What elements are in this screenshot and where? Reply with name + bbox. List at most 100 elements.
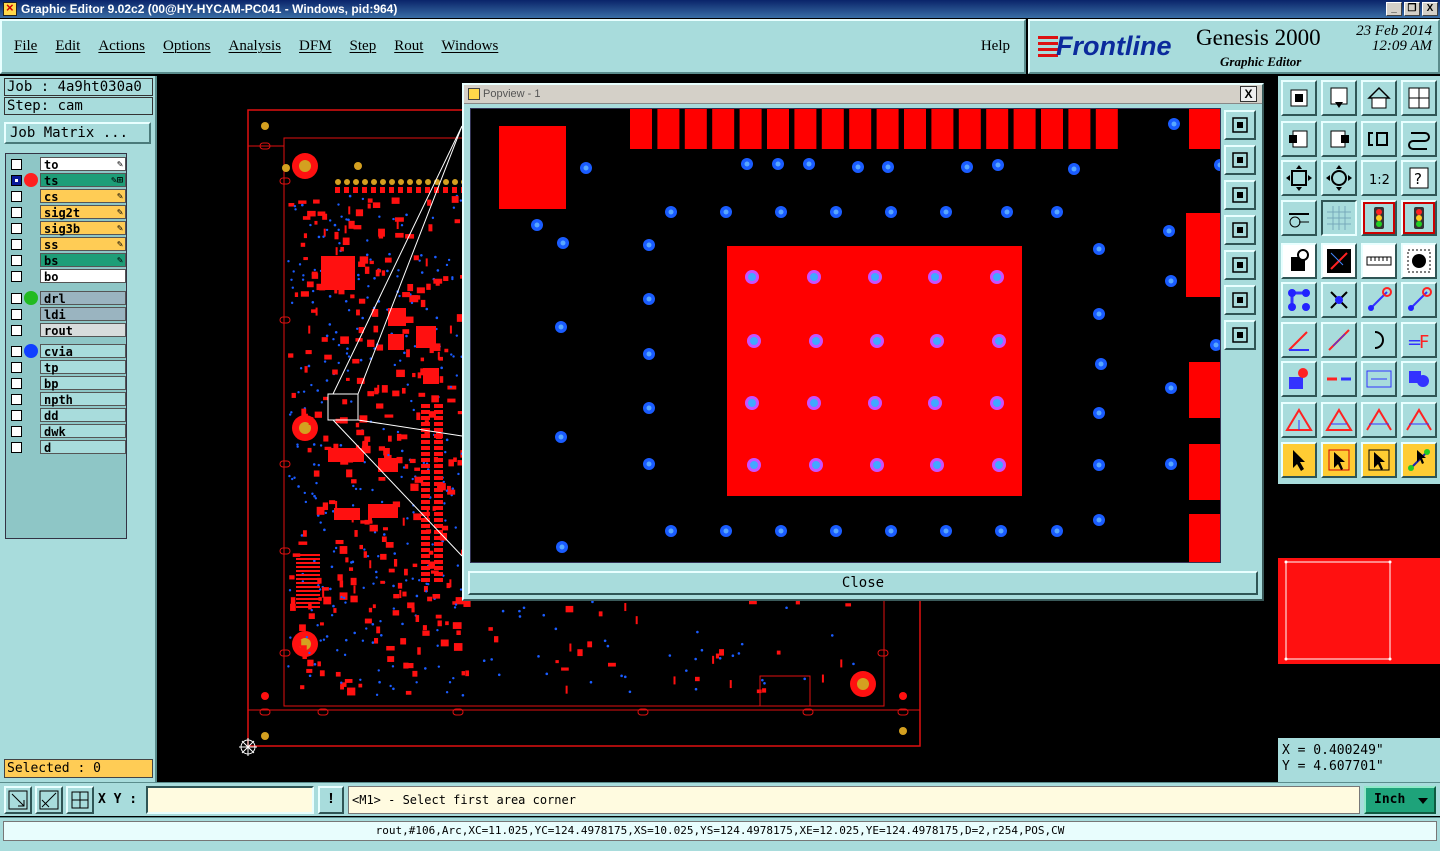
layer-checkbox[interactable] — [11, 174, 22, 186]
layer-row-dwk[interactable]: dwk — [8, 423, 126, 439]
menu-step[interactable]: Step — [350, 38, 377, 55]
layer-row-sig2t[interactable]: sig2t ✎ — [8, 204, 126, 220]
popview-canvas[interactable] — [470, 108, 1221, 563]
zoom-in-button[interactable] — [1224, 145, 1256, 175]
popview-close-button[interactable]: Close — [468, 571, 1258, 595]
polygon-arc-button[interactable] — [1361, 402, 1397, 438]
menu-file[interactable]: File — [14, 38, 37, 55]
pan-right-button[interactable] — [1321, 121, 1357, 157]
snap-point-button[interactable] — [1401, 243, 1437, 279]
polygon-button[interactable] — [1281, 402, 1317, 438]
add-angle-button[interactable] — [1281, 322, 1317, 358]
layer-checkbox[interactable] — [11, 292, 22, 304]
rotate-button[interactable] — [1361, 121, 1397, 157]
layer-row-ts[interactable]: ts ✎⊞ — [8, 172, 126, 188]
maximize-button[interactable]: ❐ — [1404, 2, 1420, 16]
measure-button[interactable] — [35, 786, 63, 814]
minimize-button[interactable]: _ — [1386, 2, 1402, 16]
grid-snap-button[interactable] — [66, 786, 94, 814]
center-view-button[interactable] — [1224, 320, 1256, 350]
units-select[interactable]: Inch — [1364, 786, 1436, 814]
layer-name[interactable]: dwk — [40, 424, 126, 439]
add-surface-button[interactable] — [1281, 361, 1317, 397]
arc-cw-button[interactable] — [1361, 322, 1397, 358]
popview-window[interactable]: Popview - 1 X Close — [462, 83, 1264, 601]
fit-view-button[interactable] — [1224, 285, 1256, 315]
layer-name[interactable]: bp — [40, 376, 126, 391]
mirror-button[interactable] — [1401, 121, 1437, 157]
menu-options[interactable]: Options — [163, 38, 211, 55]
layer-name[interactable]: rout — [40, 323, 126, 338]
layer-name[interactable]: to ✎ — [40, 157, 126, 172]
layer-name[interactable]: ss ✎ — [40, 237, 126, 252]
layer-checkbox[interactable] — [11, 254, 22, 266]
layer-checkbox[interactable] — [11, 190, 22, 202]
ruler-button[interactable] — [1361, 243, 1397, 279]
layer-name[interactable]: bo — [40, 269, 126, 284]
layer-checkbox[interactable] — [11, 345, 22, 357]
layer-checkbox[interactable] — [11, 270, 22, 282]
select-net-button[interactable] — [1361, 442, 1397, 478]
job-matrix-button[interactable]: Job Matrix ... — [4, 122, 151, 144]
layer-row-ss[interactable]: ss ✎ — [8, 236, 126, 252]
layer-name[interactable]: sig2t ✎ — [40, 205, 126, 220]
layer-checkbox[interactable] — [11, 361, 22, 373]
layer-name[interactable]: ldi — [40, 307, 126, 322]
measure-span-button[interactable] — [1361, 361, 1397, 397]
pan-left-button[interactable] — [1224, 215, 1256, 245]
layer-name[interactable]: tp — [40, 360, 126, 375]
home-button[interactable] — [1361, 80, 1397, 116]
layer-colors-button[interactable] — [1361, 200, 1397, 236]
add-pad-button[interactable] — [1281, 282, 1317, 318]
split-view-button[interactable] — [1401, 80, 1437, 116]
fit-screen-button[interactable] — [1281, 160, 1317, 196]
layer-name[interactable]: cs ✎ — [40, 189, 126, 204]
split-line-button[interactable] — [1321, 361, 1357, 397]
snap-line-button[interactable] — [1321, 243, 1357, 279]
layer-name[interactable]: d — [40, 440, 126, 455]
layer-row-cs[interactable]: cs ✎ — [8, 188, 126, 204]
feature-colors-button[interactable] — [1401, 200, 1437, 236]
layer-row-bo[interactable]: bo — [8, 268, 126, 284]
add-cross-button[interactable] — [1321, 282, 1357, 318]
layer-checkbox[interactable] — [11, 238, 22, 250]
layer-name[interactable]: sig3b ✎ — [40, 221, 126, 236]
overview-drawing[interactable] — [1278, 486, 1440, 736]
zoom-area-button[interactable] — [4, 786, 32, 814]
pan-right-button[interactable] — [1224, 250, 1256, 280]
menu-edit[interactable]: Edit — [55, 38, 80, 55]
xy-input[interactable] — [146, 786, 314, 814]
layer-row-cvia[interactable]: cvia — [8, 343, 126, 359]
zoom-out-button[interactable] — [1224, 180, 1256, 210]
snap-center-button[interactable] — [1281, 243, 1317, 279]
add-outline-button[interactable] — [1401, 361, 1437, 397]
popview-drawing[interactable] — [471, 109, 1221, 563]
menu-windows[interactable]: Windows — [441, 38, 498, 55]
layer-checkbox[interactable] — [11, 393, 22, 405]
layer-checkbox[interactable] — [11, 441, 22, 453]
grid-button[interactable] — [1321, 200, 1357, 236]
help-query-button[interactable]: ? — [1401, 160, 1437, 196]
layer-name[interactable]: bs ✎ — [40, 253, 126, 268]
add-arc-button[interactable] — [1401, 282, 1437, 318]
layer-row-rout[interactable]: rout — [8, 322, 126, 338]
polygon-full-button[interactable] — [1401, 402, 1437, 438]
overview-panel[interactable] — [1278, 486, 1440, 736]
layer-row-bs[interactable]: bs ✎ — [8, 252, 126, 268]
layer-row-d[interactable]: d — [8, 439, 126, 455]
layer-row-sig3b[interactable]: sig3b ✎ — [8, 220, 126, 236]
polygon-line-button[interactable] — [1321, 402, 1357, 438]
center-button[interactable] — [1321, 160, 1357, 196]
layer-name[interactable]: ts ✎⊞ — [40, 173, 126, 188]
menu-actions[interactable]: Actions — [98, 38, 145, 55]
layer-row-ldi[interactable]: ldi — [8, 306, 126, 322]
layer-checkbox[interactable] — [11, 308, 22, 320]
layer-checkbox[interactable] — [11, 409, 22, 421]
pan-left-button[interactable] — [1281, 121, 1317, 157]
select-button[interactable] — [1281, 442, 1317, 478]
popview-close-x-button[interactable]: X — [1240, 86, 1257, 102]
warning-button[interactable]: ! — [318, 786, 344, 814]
scale-1-2-button[interactable]: 1:2 — [1361, 160, 1397, 196]
layer-name[interactable]: drl — [40, 291, 126, 306]
layer-row-to[interactable]: to ✎ — [8, 156, 126, 172]
